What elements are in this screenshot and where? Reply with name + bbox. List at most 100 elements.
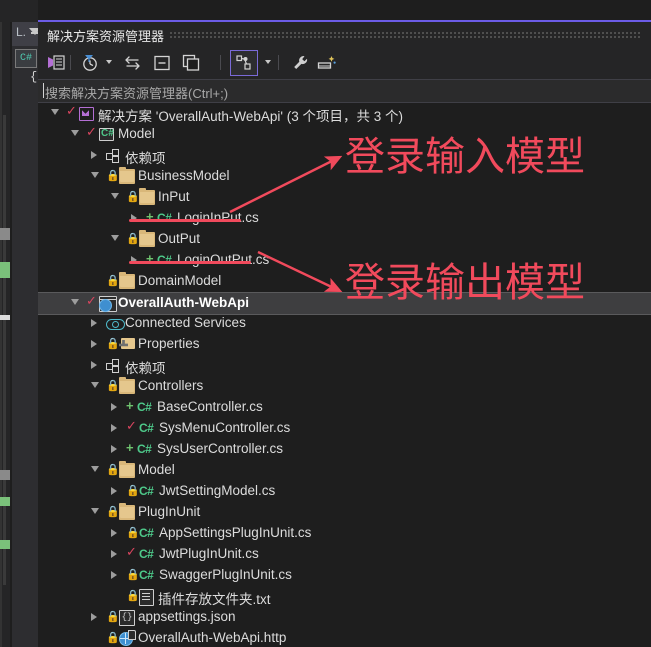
csharp-icon: C# (137, 442, 152, 456)
tree-item-model-folder[interactable]: 🔒 Model (38, 460, 651, 481)
lock-badge-icon: 🔒 (106, 632, 120, 644)
editor-body (12, 46, 38, 647)
home-button[interactable] (45, 52, 67, 73)
expander-collapse-icon[interactable] (91, 382, 99, 388)
tree-item-logininput-cs[interactable]: + C# LoginInPut.cs (38, 208, 651, 229)
lock-badge-icon: 🔒 (106, 170, 120, 182)
show-all-files-button[interactable] (180, 52, 202, 73)
tree-item-properties[interactable]: 🔒 Properties (38, 334, 651, 355)
csharp-icon: C# (139, 547, 154, 561)
csharp-icon: C# (157, 253, 172, 267)
tree-item-label: Controllers (138, 378, 204, 393)
tree-item-dependencies-2[interactable]: 依赖项 (38, 355, 651, 376)
expander-expand-icon[interactable] (131, 214, 137, 222)
sync-with-active-document-button[interactable] (122, 52, 144, 73)
panel-header[interactable]: 解决方案资源管理器 (38, 22, 651, 47)
folder-icon (119, 166, 135, 184)
tree-item-label: Connected Services (125, 315, 246, 330)
chevron-down-icon[interactable] (106, 60, 112, 64)
tree-item-label: InPut (158, 189, 190, 204)
expander-expand-icon[interactable] (111, 571, 117, 579)
folder-icon (119, 502, 135, 520)
pending-changes-button[interactable] (79, 52, 101, 73)
tree-item-jwtsettingmodel-cs[interactable]: 🔒 C# JwtSettingModel.cs (38, 481, 651, 502)
tree-item-controllers[interactable]: 🔒 Controllers (38, 376, 651, 397)
properties-button[interactable] (290, 52, 312, 73)
expander-collapse-icon[interactable] (111, 193, 119, 199)
tree-item-jwtpluginunit-cs[interactable]: ✓ C# JwtPlugInUnit.cs (38, 544, 651, 565)
tree-item-label: OutPut (158, 231, 201, 246)
expander-expand-icon[interactable] (111, 487, 117, 495)
expander-collapse-icon[interactable] (111, 235, 119, 241)
annotation-login-input-model: 登录输入模型 (345, 134, 585, 180)
expander-expand-icon[interactable] (131, 256, 137, 264)
tree-item-input[interactable]: 🔒 InPut (38, 187, 651, 208)
editor-code-fragment: { (30, 70, 38, 84)
visual-studio-window: L. C# { 解决方案资源管理器 搜索解决方案资源管理器(Ctrl+;) ✓ … (0, 0, 651, 647)
solution-explorer-panel: 解决方案资源管理器 搜索解决方案资源管理器(Ctrl+;) ✓ 解决方案 'Ov… (38, 22, 651, 647)
lock-badge-icon: 🔒 (126, 590, 140, 602)
tree-item-solution[interactable]: ✓ 解决方案 'OverallAuth-WebApi' (3 个项目，共 3 个) (38, 103, 651, 124)
lock-badge-icon: 🔒 (126, 569, 140, 581)
expander-expand-icon[interactable] (91, 361, 97, 369)
tree-item-appsettingspluginunit-cs[interactable]: 🔒 C# AppSettingsPlugInUnit.cs (38, 523, 651, 544)
expander-expand-icon[interactable] (111, 424, 117, 432)
expander-expand-icon[interactable] (111, 403, 117, 411)
collapse-all-button[interactable] (151, 52, 173, 73)
expander-expand-icon[interactable] (91, 151, 97, 159)
tree-item-label: BaseController.cs (157, 399, 263, 414)
view-selector-button[interactable] (233, 52, 255, 73)
tree-item-pluginunit[interactable]: 🔒 PlugInUnit (38, 502, 651, 523)
tree-item-sysusercontroller-cs[interactable]: + C# SysUserController.cs (38, 439, 651, 460)
tree-item-label: LoginOutPut.cs (177, 252, 270, 267)
expander-expand-icon[interactable] (111, 529, 117, 537)
tree-item-label: AppSettingsPlugInUnit.cs (159, 525, 312, 540)
folder-icon (119, 376, 135, 394)
chevron-down-icon[interactable] (265, 60, 271, 64)
tree-item-sysmenucontroller-cs[interactable]: ✓ C# SysMenuController.cs (38, 418, 651, 439)
preview-selected-items-button[interactable] (315, 52, 337, 73)
csproj-icon: C# (99, 128, 114, 141)
editor-strip: L. C# { (0, 0, 38, 647)
panel-title: 解决方案资源管理器 (47, 29, 165, 44)
csharp-icon: C# (137, 400, 152, 414)
expander-expand-icon[interactable] (91, 319, 97, 327)
tree-item-appsettings-json[interactable]: 🔒{} appsettings.json (38, 607, 651, 628)
solution-icon (79, 107, 94, 121)
search-box[interactable]: 搜索解决方案资源管理器(Ctrl+;) (38, 79, 651, 103)
tree-item-connected-services[interactable]: Connected Services (38, 313, 651, 334)
tree-item-basecontroller-cs[interactable]: + C# BaseController.cs (38, 397, 651, 418)
text-file-icon (139, 589, 154, 606)
tree-item-swaggerpluginunit-cs[interactable]: 🔒 C# SwaggerPlugInUnit.cs (38, 565, 651, 586)
expander-collapse-icon[interactable] (71, 299, 79, 305)
tree-item-label: 解决方案 'OverallAuth-WebApi' (3 个项目，共 3 个) (98, 109, 403, 124)
lock-badge-icon: 🔒 (126, 233, 140, 245)
expander-expand-icon[interactable] (91, 613, 97, 621)
tree-item-plugin-folder-txt[interactable]: 🔒 插件存放文件夹.txt (38, 586, 651, 607)
lock-badge-icon: 🔒 (106, 338, 120, 350)
checked-in-badge-icon: ✓ (86, 124, 97, 139)
expander-expand-icon[interactable] (111, 445, 117, 453)
editor-change-marker (0, 315, 10, 320)
lock-badge-icon: 🔒 (106, 506, 120, 518)
search-input[interactable]: 搜索解决方案资源管理器(Ctrl+;) (45, 83, 228, 102)
tree-item-label: SysUserController.cs (157, 441, 284, 456)
panel-drag-handle[interactable] (170, 32, 640, 40)
expander-expand-icon[interactable] (111, 550, 117, 558)
editor-change-marker (0, 497, 10, 506)
cloud-icon (106, 317, 125, 330)
expander-collapse-icon[interactable] (71, 130, 79, 136)
expander-collapse-icon[interactable] (51, 109, 59, 115)
editor-change-marker (0, 540, 10, 549)
tree-item-label: Properties (138, 336, 200, 351)
editor-scrollbar-thumb[interactable] (3, 115, 6, 585)
expander-collapse-icon[interactable] (91, 508, 99, 514)
solution-tree[interactable]: ✓ 解决方案 'OverallAuth-WebApi' (3 个项目，共 3 个)… (38, 103, 651, 647)
folder-icon (139, 229, 155, 247)
tree-item-overallauth-webapi-http[interactable]: 🔒 OverallAuth-WebApi.http (38, 628, 651, 647)
tree-item-output[interactable]: 🔒 OutPut (38, 229, 651, 250)
lock-badge-icon: 🔒 (106, 380, 120, 392)
expander-collapse-icon[interactable] (91, 466, 99, 472)
expander-expand-icon[interactable] (91, 340, 97, 348)
expander-collapse-icon[interactable] (91, 172, 99, 178)
